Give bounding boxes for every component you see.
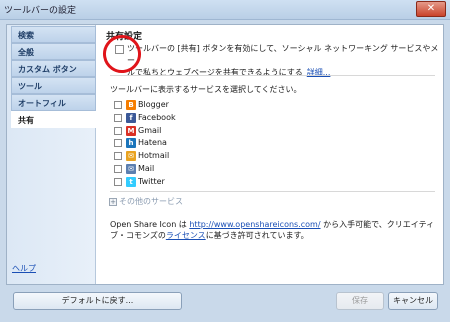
close-button[interactable]: ✕ (416, 1, 446, 17)
credit-mid: から入手可能で、クリエイティ (320, 220, 435, 229)
credit-line2-prefix: ブ・コモンズの (110, 231, 166, 240)
more-services-label: その他のサービス (119, 197, 183, 206)
service-checkbox-twitter[interactable] (114, 177, 122, 186)
expand-icon: + (109, 198, 117, 206)
twitter-icon: t (126, 176, 136, 187)
service-label: Gmail (138, 125, 162, 135)
gmail-icon: M (126, 125, 136, 136)
hatena-icon: h (126, 138, 136, 149)
hotmail-icon: ✉ (126, 151, 136, 162)
service-checkbox-hatena[interactable] (114, 139, 122, 148)
sidebar-item-share[interactable]: 共有 (11, 111, 96, 128)
credit-text: Open Share Icon は http://www.openshareic… (110, 219, 440, 241)
sidebar-item-autofill[interactable]: オートフィル (11, 94, 96, 111)
service-checkbox-gmail[interactable] (114, 126, 122, 135)
service-checkbox-mail[interactable] (114, 165, 122, 173)
divider (110, 191, 435, 192)
help-link[interactable]: ヘルプ (12, 263, 36, 274)
openshareicons-link[interactable]: http://www.openshareicons.com/ (189, 220, 320, 229)
service-label: Hotmail (138, 151, 170, 161)
title-bar: ツールバーの設定 ✕ (0, 0, 450, 20)
credit-prefix: Open Share Icon は (110, 220, 190, 229)
enable-share-label: ツールバーの [共有] ボタンを有効にして、ソーシャル ネットワーキング サービ… (127, 43, 442, 79)
service-label: Facebook (138, 112, 176, 122)
sidebar-item-custom-buttons[interactable]: カスタム ボタン (11, 60, 96, 77)
sidebar-item-general[interactable]: 全般 (11, 43, 96, 60)
window-title: ツールバーの設定 (4, 6, 77, 16)
facebook-icon: f (126, 112, 136, 123)
service-label: Hatena (138, 138, 167, 148)
license-link[interactable]: ライセンス (166, 231, 206, 240)
credit-suffix: に基づき許可されています。 (205, 231, 309, 240)
sidebar: 検索 全般 カスタム ボタン ツール オートフィル 共有 (7, 25, 96, 284)
divider (110, 75, 435, 76)
enable-share-text-line1: ツールバーの [共有] ボタンを有効にして、ソーシャル ネットワーキング サービ… (127, 44, 439, 65)
save-button[interactable]: 保存 (336, 292, 384, 310)
service-label: Mail (138, 164, 155, 173)
service-checkbox-blogger[interactable] (114, 101, 122, 109)
more-services-link[interactable]: + その他のサービス (109, 196, 183, 207)
service-list-heading: ツールバーに表示するサービスを選択してください。 (110, 85, 302, 94)
blogger-icon: B (126, 100, 136, 110)
cancel-button[interactable]: キャンセル (388, 292, 438, 310)
service-label: Blogger (138, 100, 169, 109)
service-checkbox-facebook[interactable] (114, 113, 122, 122)
service-checkbox-hotmail[interactable] (114, 152, 122, 161)
restore-defaults-button[interactable]: デフォルトに戻す... (13, 292, 182, 310)
sidebar-item-tools[interactable]: ツール (11, 77, 96, 94)
sidebar-item-search[interactable]: 検索 (11, 26, 96, 43)
mail-icon: ✉ (126, 164, 136, 174)
service-label: Twitter (138, 176, 165, 186)
